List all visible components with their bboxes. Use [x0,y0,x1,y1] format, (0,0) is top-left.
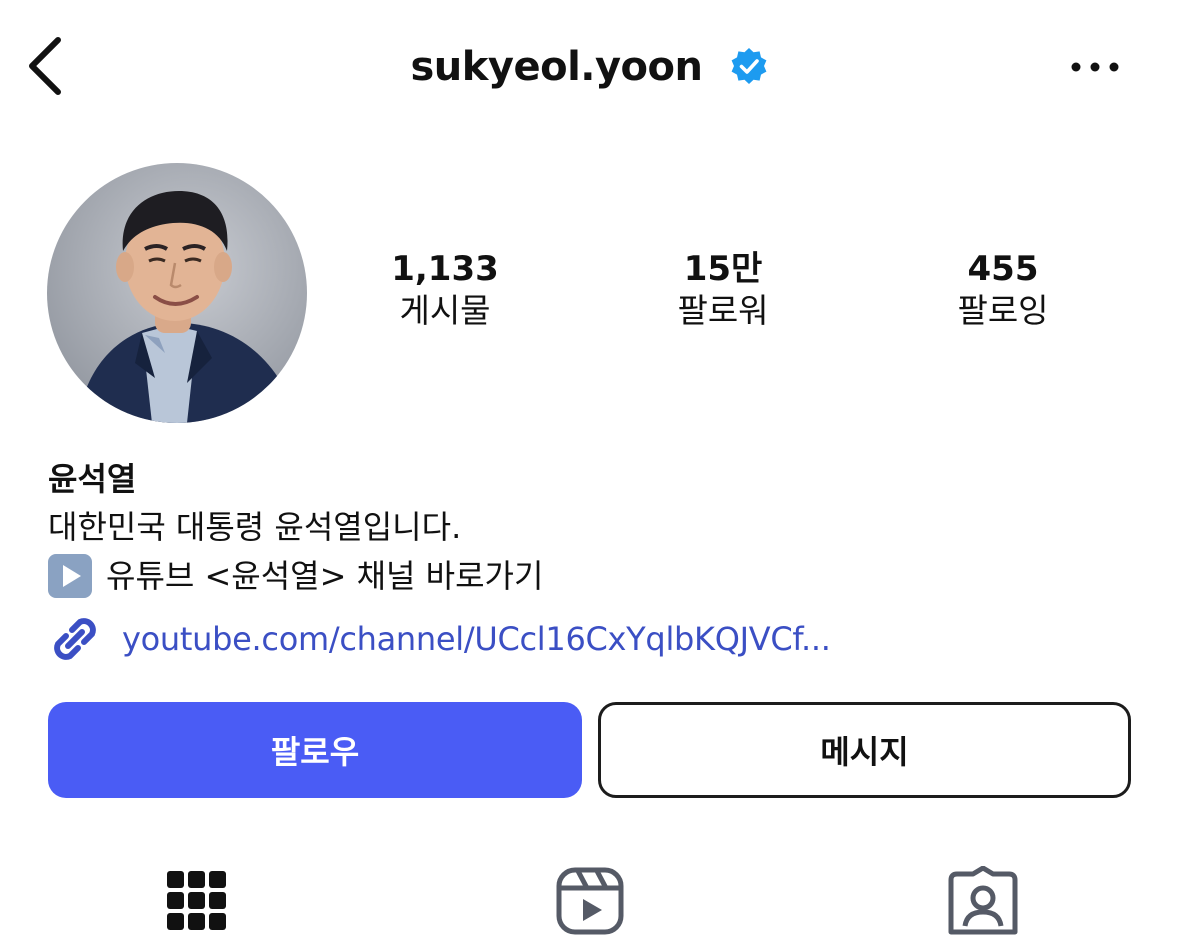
followers-count-value: 15만 [683,249,763,289]
profile-photo [47,163,307,423]
tagged-icon [948,865,1018,935]
following-count[interactable]: 455 팔로잉 [893,248,1113,332]
posts-count[interactable]: 1,133 게시물 [335,248,555,332]
following-count-value: 455 [967,249,1039,289]
bio-line-text: 유튜브 <윤석열> 채널 바로가기 [106,557,544,595]
verified-badge-icon [731,48,766,84]
more-options-button[interactable] [1066,50,1126,84]
display-name: 윤석열 [48,460,137,498]
followers-count-label: 팔로워 [677,291,769,330]
link-icon [54,618,96,660]
more-horizontal-icon [1071,62,1119,72]
followers-count[interactable]: 15만 팔로워 [613,248,833,332]
message-button[interactable]: 메시지 [598,702,1131,798]
profile-link-text: youtube.com/channel/UCcl16CxYqlbKQJVCf..… [122,620,831,658]
avatar[interactable] [47,163,307,423]
grid-icon [167,871,226,930]
follow-button[interactable]: 팔로우 [48,702,582,798]
tab-tagged[interactable] [943,865,1023,936]
posts-count-label: 게시물 [399,291,491,330]
tab-posts-grid[interactable] [157,866,237,936]
play-button-emoji-icon [48,554,92,598]
following-count-label: 팔로잉 [957,291,1049,330]
posts-count-value: 1,133 [391,249,499,289]
username-title: sukyeol.yoon [410,44,704,90]
profile-link[interactable]: youtube.com/channel/UCcl16CxYqlbKQJVCf..… [48,612,831,666]
tab-reels[interactable] [550,866,630,936]
reels-icon [556,867,624,935]
bio-line: 대한민국 대통령 윤석열입니다. [48,508,462,546]
profile-header: sukyeol.yoon [0,40,1179,94]
bio-line-youtube: 유튜브 <윤석열> 채널 바로가기 [48,554,543,598]
